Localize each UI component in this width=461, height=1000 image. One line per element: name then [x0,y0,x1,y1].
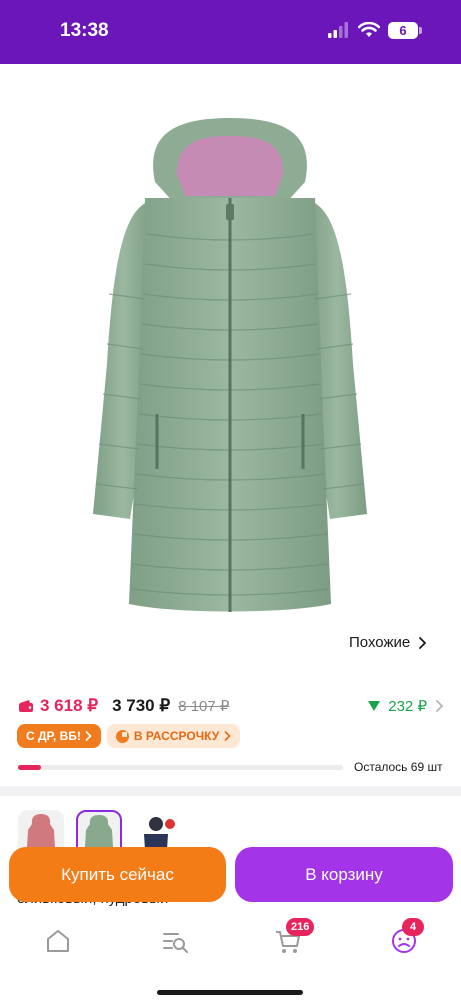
chevron-left-icon [22,82,36,106]
stock-remaining: Осталось 69 шт [354,760,443,774]
current-price: 3 730 ₽ [112,696,171,715]
tab-cart[interactable]: 216 [273,918,315,956]
birthday-badge[interactable]: С ДР, ВБ! [17,724,101,748]
battery-tip [419,27,422,34]
installment-badge[interactable]: В РАССРОЧКУ [106,724,241,748]
chevron-right-icon [85,731,92,741]
battery-indicator: 6 [388,22,418,39]
catalog-search-icon[interactable] [160,926,190,956]
similar-label: Похожие [349,634,411,651]
share-icon[interactable] [418,78,450,110]
section-divider [0,786,461,796]
buy-now-button[interactable]: Купить сейчас [9,847,226,902]
similar-products-link[interactable]: Похожие [349,634,427,651]
chevron-right-icon [419,636,427,649]
home-icon[interactable] [43,926,73,956]
stock-progress-bar [18,765,343,770]
installment-label: В РАССРОЧКУ [133,729,220,743]
signal-icon [328,22,348,38]
wifi-icon [358,22,380,37]
triangle-down-icon [368,701,381,711]
pie-chart-icon [115,729,129,743]
promo-badges: С ДР, ВБ! В РАССРОЧКУ [17,724,241,748]
wallet-price: 3 618 ₽ [40,696,99,715]
heart-icon[interactable] [364,80,396,112]
product-gallery[interactable] [0,64,461,650]
jacket-photo-icon [93,118,367,612]
old-price: 8 107 ₽ [178,698,230,715]
wallet-icon [19,700,33,712]
profile-count-badge: 4 [402,918,424,936]
back-button[interactable] [12,78,44,110]
add-to-cart-button[interactable]: В корзину [235,847,453,902]
price-drop-bonus[interactable]: 232 ₽ [368,697,443,715]
chevron-right-icon [436,700,443,712]
price-row: 3 618 ₽ 3 730 ₽ 8 107 ₽ 232 ₽ [18,694,443,718]
chevron-right-icon [224,731,231,741]
stock-progress-fill [18,765,41,770]
status-time: 13:38 [60,20,109,41]
cart-count-badge: 216 [286,918,315,936]
bonus-amount: 232 ₽ [388,698,427,715]
status-bar: 13:38 6 [0,0,461,64]
tab-profile[interactable]: 4 [389,918,424,956]
home-indicator [157,990,303,995]
bottom-tab-bar: 216 4 [0,910,461,1000]
birthday-label: С ДР, ВБ! [26,729,81,743]
